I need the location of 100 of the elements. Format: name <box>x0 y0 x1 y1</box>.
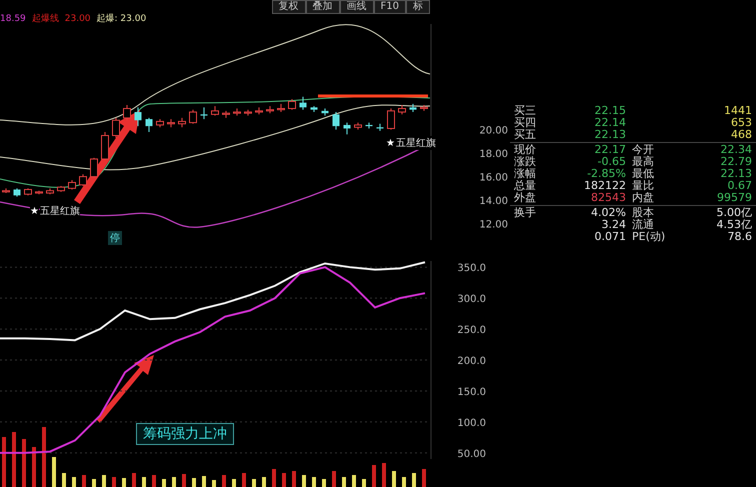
quote-value: 0.071 <box>594 231 626 243</box>
rising-candle <box>101 132 109 161</box>
signal-label: 五星红旗 <box>396 136 436 150</box>
indicator-legend-value: 23.00 <box>64 14 91 24</box>
quote-value: 653 <box>730 117 752 129</box>
falling-candle <box>322 108 328 116</box>
y-tick-label: 150.0 <box>457 386 486 398</box>
falling-candle <box>300 96 306 110</box>
falling-candle <box>200 106 208 120</box>
quote-value: 4.02% <box>590 207 626 219</box>
rising-candle <box>277 103 285 113</box>
indicator-legend-value: 18.59 <box>0 14 26 24</box>
quote-value: 1441 <box>723 105 752 117</box>
quote-value: 22.13 <box>594 129 626 141</box>
trend-arrow <box>96 355 154 423</box>
quote-value: 22.79 <box>720 156 752 168</box>
falling-candle <box>332 112 340 130</box>
indicator-legend-value: 起爆: 23.00 <box>96 14 146 24</box>
quote-value: 4.53亿 <box>716 219 752 231</box>
rising-candle <box>288 98 296 110</box>
quote-label: 买三 <box>514 105 537 117</box>
toolbar-button[interactable]: 标 <box>406 0 430 14</box>
rising-candle <box>156 118 164 128</box>
quote-label: 买四 <box>514 117 537 129</box>
quote-label: 今开 <box>631 144 655 156</box>
rising-candle <box>79 174 87 186</box>
annotation-label: 筹码强力上冲 <box>136 423 234 445</box>
falling-candle <box>14 188 20 198</box>
quote-value: -2.85% <box>586 168 626 180</box>
quote-label: 内盘 <box>631 192 655 204</box>
y-tick-label: 350.0 <box>457 263 486 274</box>
falling-candle <box>410 103 416 113</box>
y-tick-label: 250.0 <box>457 325 486 336</box>
quote-label: 涨幅 <box>514 168 537 180</box>
y-tick-label: 100.0 <box>457 418 486 429</box>
rising-candle <box>90 157 98 178</box>
quote-label: 现价 <box>514 144 537 156</box>
quote-label: 流通 <box>631 219 655 231</box>
quote-value: 182122 <box>583 180 626 192</box>
y-tick-label: 300.0 <box>457 294 486 306</box>
price-axis-label: 16.00 <box>479 172 508 184</box>
quote-value: 3.24 <box>600 219 626 231</box>
quote-value: 468 <box>730 129 752 141</box>
price-axis-label: 12.00 <box>479 220 508 231</box>
quote-value: 22.15 <box>594 105 626 117</box>
toolbar-button[interactable]: 叠加 <box>306 0 340 14</box>
price-axis-label: 18.00 <box>479 149 508 160</box>
rising-candle <box>244 109 252 116</box>
rising-candle <box>387 108 395 130</box>
price-axis-label: 20.00 <box>479 126 508 137</box>
rising-candle <box>233 108 241 116</box>
quote-label: 最高 <box>631 156 655 168</box>
quote-label: 涨跌 <box>514 156 537 168</box>
rising-candle <box>420 104 428 112</box>
stop-tag: 停 <box>108 231 122 245</box>
quote-value: -0.65 <box>596 156 626 168</box>
quote-value: 22.17 <box>594 144 626 156</box>
toolbar-button[interactable]: 复权 <box>272 0 306 14</box>
rising-candle <box>112 117 120 138</box>
rising-candle <box>46 188 54 195</box>
quote-value: 5.00亿 <box>716 207 752 219</box>
quote-label: 最低 <box>631 168 655 180</box>
quote-label: 总量 <box>514 180 537 192</box>
quote-label: 量比 <box>631 180 655 192</box>
quote-label: 换手 <box>514 207 537 219</box>
signal-label: 五星红旗 <box>40 204 80 218</box>
quote-value: 22.14 <box>594 117 626 129</box>
rising-candle <box>266 106 274 114</box>
rising-candle <box>222 110 230 118</box>
price-axis-label: 14.00 <box>479 196 508 208</box>
rising-candle <box>189 109 197 124</box>
falling-candle <box>366 122 372 129</box>
rising-candle <box>123 104 131 121</box>
rising-candle <box>68 180 76 190</box>
rising-candle <box>35 190 43 195</box>
rising-candle <box>57 186 65 192</box>
quote-value: 99579 <box>716 192 752 204</box>
quote-value: 82543 <box>590 192 626 204</box>
quote-label: PE(动) <box>631 231 666 243</box>
indicator-legend-value: 起爆线 <box>32 14 59 24</box>
quote-value: 78.6 <box>726 231 752 243</box>
quote-label: 外盘 <box>514 192 537 204</box>
toolbar-button[interactable]: F10 <box>374 0 406 14</box>
rising-candle <box>167 118 175 128</box>
quote-value: 22.34 <box>720 144 752 156</box>
falling-candle <box>376 123 384 132</box>
falling-candle <box>344 122 350 135</box>
rising-candle <box>398 104 406 115</box>
quote-value: 22.13 <box>720 168 752 180</box>
rising-candle <box>211 106 219 116</box>
toolbar-button[interactable]: 画线 <box>340 0 374 14</box>
rising-candle <box>24 188 32 196</box>
quote-label: 股本 <box>631 207 655 219</box>
y-tick-label: 50.00 <box>457 448 486 460</box>
falling-candle <box>134 106 142 127</box>
quote-label: 买五 <box>514 129 537 141</box>
rising-candle <box>255 106 263 115</box>
quote-value: 0.67 <box>726 180 752 192</box>
falling-candle <box>146 117 152 132</box>
falling-candle <box>310 106 318 113</box>
